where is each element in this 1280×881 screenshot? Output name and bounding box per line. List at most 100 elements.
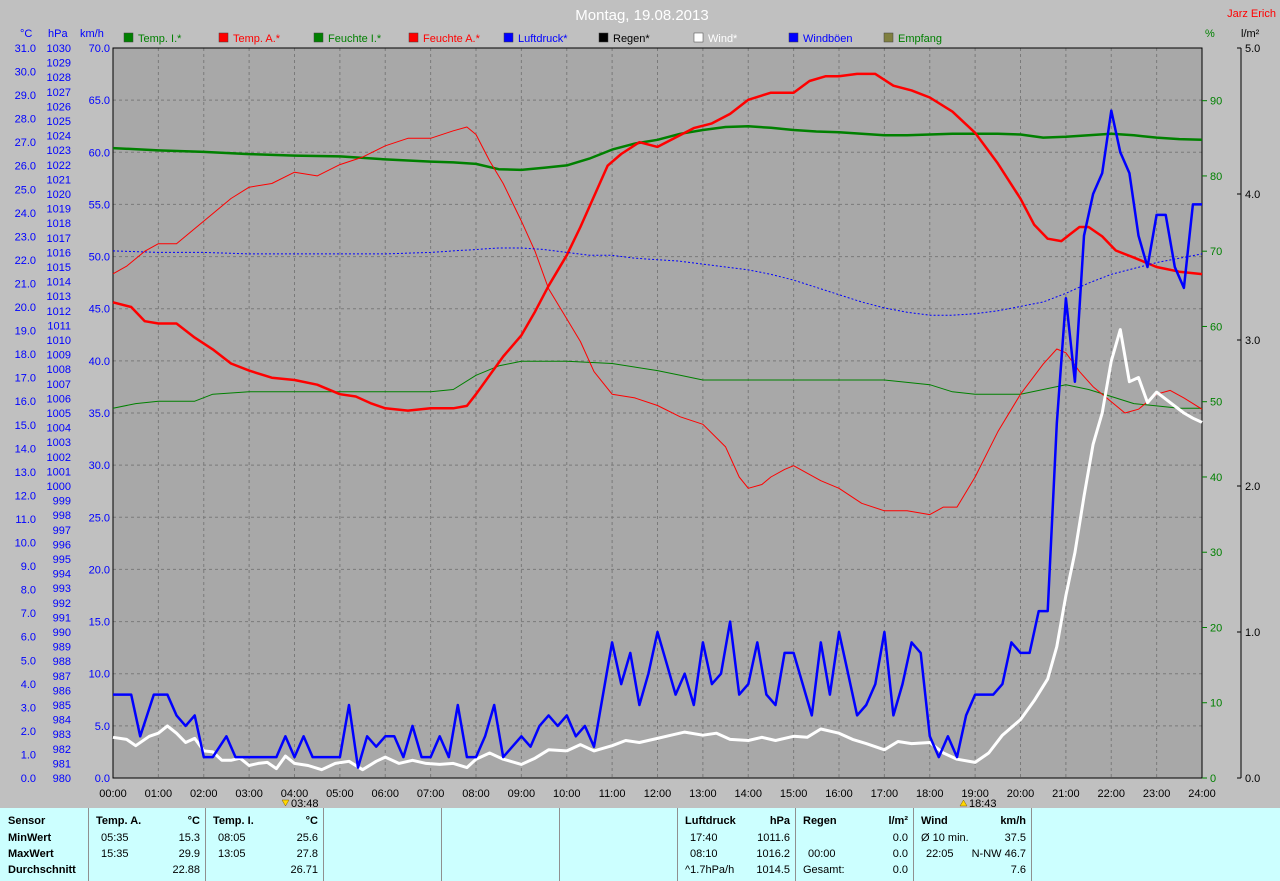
wind-tick-label: 65.0 <box>89 95 110 107</box>
x-tick-label: 09:00 <box>508 788 536 800</box>
temp-tick-label: 1.0 <box>21 749 36 761</box>
legend-item: Temp. A.* <box>218 32 281 45</box>
pressure-tick-label: 988 <box>53 656 71 668</box>
pressure-tick-label: 1002 <box>47 452 71 464</box>
pressure-tick-label: 1011 <box>47 320 71 332</box>
sunset-label: 18:43 <box>969 798 997 808</box>
pressure-tick-label: 1000 <box>47 481 71 493</box>
humidity-tick-label: 60 <box>1210 321 1222 333</box>
humidity-tick-label: 10 <box>1210 698 1222 710</box>
stats-col-empty-4 <box>1031 808 1280 881</box>
rain-value-2: 0.0 <box>892 848 908 860</box>
wind-tick-label: 0.0 <box>95 773 110 785</box>
pressure-tick-label: 992 <box>53 598 71 610</box>
temp-tick-label: 25.0 <box>15 184 36 196</box>
x-tick-label: 03:00 <box>235 788 263 800</box>
wind-avg-label: Ø 10 min. <box>921 832 969 844</box>
humidity-tick-label: 70 <box>1210 246 1222 258</box>
rain-time-2: 00:00 <box>808 848 836 860</box>
legend-label: Feuchte I.* <box>328 33 382 45</box>
legend: Temp. I.* Temp. A.* Feuchte I.* Feuchte A.*… <box>123 32 942 45</box>
pressure-avg: 1014.5 <box>756 864 790 876</box>
legend-item: Regen* <box>598 32 650 45</box>
pressure-tick-label: 995 <box>53 554 71 566</box>
row-label-avg: Durchschnitt <box>8 864 76 876</box>
x-tick-label: 16:00 <box>825 788 853 800</box>
stats-col-empty-2 <box>441 808 560 881</box>
humidity-tick-label: 40 <box>1210 472 1222 484</box>
row-label-max: MaxWert <box>8 848 54 860</box>
temp-a-min-time: 05:35 <box>101 832 129 844</box>
temp-tick-label: 5.0 <box>21 655 36 667</box>
pressure-tick-label: 1023 <box>47 145 71 157</box>
temp-tick-label: 27.0 <box>15 137 36 149</box>
temp-a-header: Temp. A. <box>96 815 142 827</box>
temp-tick-label: 17.0 <box>15 373 36 385</box>
x-tick-label: 14:00 <box>734 788 762 800</box>
temp-i-min: 25.6 <box>296 832 318 844</box>
legend-label: Regen* <box>613 33 650 45</box>
rain-tick-label: 0.0 <box>1245 773 1260 785</box>
pressure-min: 1011.6 <box>757 832 790 844</box>
wind-tick-label: 25.0 <box>89 512 110 524</box>
wind-gust-time: 22:05 <box>926 848 954 860</box>
legend-label: Feuchte A.* <box>423 33 481 45</box>
pressure-tick-label: 1029 <box>47 58 71 70</box>
pressure-tick-label: 1016 <box>47 247 71 259</box>
wind-tick-label: 20.0 <box>89 564 110 576</box>
temp-tick-label: 22.0 <box>15 255 36 267</box>
wind-header: Wind <box>921 815 948 827</box>
legend-swatch <box>883 32 894 43</box>
pressure-tick-label: 1001 <box>47 466 71 478</box>
legend-label: Empfang <box>898 33 942 45</box>
temp-tick-label: 0.0 <box>21 773 36 785</box>
weather-chart: 00:00 01:00 02:00 03:00 04:00 05:00 06:00 07:00… <box>15 7 1276 808</box>
pressure-tick-label: 1019 <box>47 204 71 216</box>
x-tick-label: 01:00 <box>145 788 173 800</box>
x-tick-label: 24:00 <box>1188 788 1216 800</box>
pressure-tick-label: 1017 <box>47 233 71 245</box>
pressure-tick-label: 1014 <box>47 277 71 289</box>
temp-tick-label: 8.0 <box>21 585 36 597</box>
stats-col-empty-1 <box>323 808 442 881</box>
author-label: Jarz Erich <box>1227 8 1276 20</box>
pressure-tick-label: 1020 <box>47 189 71 201</box>
temp-a-unit: °C <box>187 815 200 827</box>
pressure-tick-label: 1003 <box>47 437 71 449</box>
sunrise-label: 03:48 <box>291 798 319 808</box>
pressure-tick-label: 980 <box>53 773 71 785</box>
legend-swatch <box>123 32 134 43</box>
temp-i-avg: 26.71 <box>290 864 318 876</box>
pressure-max-time: 08:10 <box>690 848 718 860</box>
stats-col-temp-a: Temp. A. °C 05:35 15.3 15:35 29.9 22.88 <box>88 808 206 881</box>
legend-swatch <box>598 32 609 43</box>
temp-tick-label: 30.0 <box>15 67 36 79</box>
rain-axis-unit: l/m² <box>1241 28 1260 40</box>
rain-unit: l/m² <box>888 815 908 827</box>
x-tick-label: 22:00 <box>1097 788 1125 800</box>
humidity-tick-label: 50 <box>1210 397 1222 409</box>
pressure-tick-label: 1026 <box>47 101 71 113</box>
sensor-header: Sensor <box>8 815 46 827</box>
temp-tick-label: 2.0 <box>21 726 36 738</box>
rain-header: Regen <box>803 815 837 827</box>
temp-tick-label: 15.0 <box>15 420 36 432</box>
pressure-min-time: 17:40 <box>690 832 718 844</box>
temp-tick-label: 23.0 <box>15 231 36 243</box>
x-tick-label: 20:00 <box>1007 788 1035 800</box>
pressure-tick-label: 1007 <box>47 379 71 391</box>
legend-swatch <box>313 32 324 43</box>
pressure-tick-label: 1021 <box>47 174 71 186</box>
temp-i-header: Temp. I. <box>213 815 254 827</box>
pressure-tick-label: 1018 <box>47 218 71 230</box>
legend-swatch <box>408 32 419 43</box>
pressure-tick-label: 1004 <box>47 423 71 435</box>
pressure-tick-label: 1013 <box>47 291 71 303</box>
temp-tick-label: 28.0 <box>15 114 36 126</box>
temp-tick-label: 31.0 <box>15 43 36 55</box>
wind-mean: 7.6 <box>1010 864 1026 876</box>
temp-tick-label: 16.0 <box>15 396 36 408</box>
temp-tick-label: 24.0 <box>15 208 36 220</box>
stats-col-wind: Wind km/h Ø 10 min. 37.5 22:05 N-NW 46.7… <box>913 808 1032 881</box>
x-tick-label: 17:00 <box>871 788 899 800</box>
